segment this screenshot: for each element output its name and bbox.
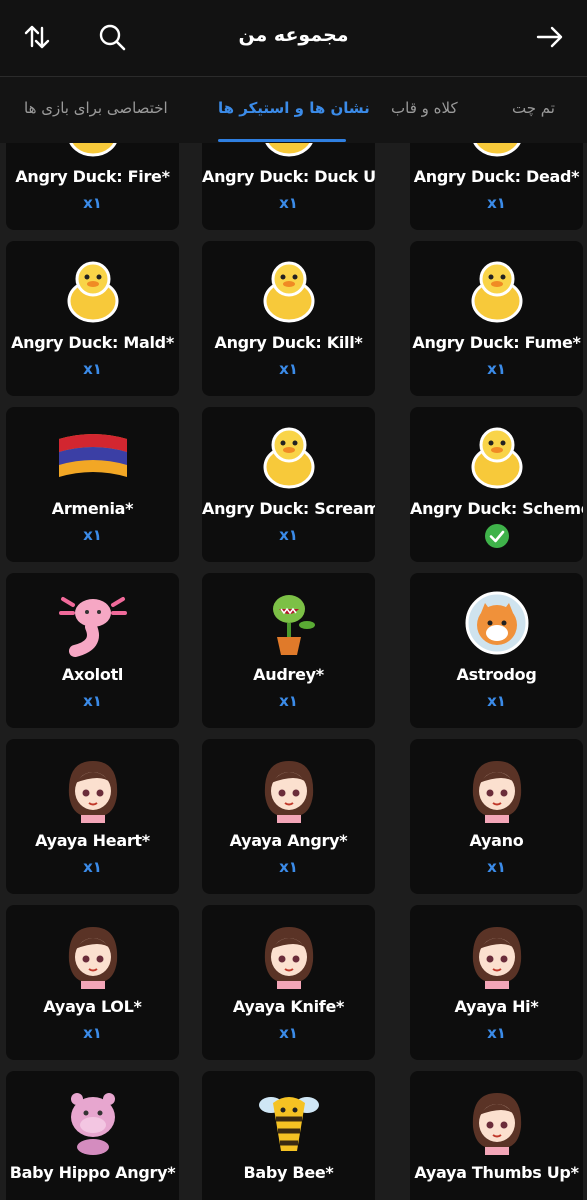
- collection-card[interactable]: Ayano x۱: [410, 739, 583, 894]
- collection-card[interactable]: Ayaya Thumbs Up*: [410, 1071, 583, 1200]
- page-title: مجموعه من: [238, 24, 349, 46]
- card-title: Angry Duck: Scheme*: [410, 499, 583, 518]
- quantity-badge: x۱: [487, 194, 506, 212]
- collection-card[interactable]: Axolotl x۱: [6, 573, 179, 728]
- collection-card[interactable]: Armenia* x۱: [6, 407, 179, 562]
- bee-sticker-icon: [251, 1083, 327, 1159]
- tab-badges-stickers[interactable]: نشان ها و استیکر ها: [218, 77, 370, 143]
- card-title: Ayaya Hi*: [454, 997, 539, 1016]
- axolotl-sticker-icon: [55, 585, 131, 661]
- card-title: Angry Duck: Fire*: [15, 167, 170, 186]
- quantity-badge: x۱: [279, 1024, 298, 1042]
- card-title: Ayaya Knife*: [232, 997, 345, 1016]
- duck-sticker-icon: [459, 253, 535, 329]
- card-title: Ayaya Heart*: [35, 831, 150, 850]
- collection-card[interactable]: Ayaya Heart* x۱: [6, 739, 179, 894]
- collection-card[interactable]: Baby Bee*: [202, 1071, 375, 1200]
- quantity-badge: x۱: [83, 858, 102, 876]
- tab-hats-frames[interactable]: کلاه و قاب: [391, 77, 458, 143]
- collection-card[interactable]: Angry Duck: Scream* x۱: [202, 407, 375, 562]
- card-title: Axolotl: [61, 665, 124, 684]
- quantity-badge: x۱: [487, 858, 506, 876]
- quantity-badge: x۱: [83, 360, 102, 378]
- arrow-right-icon[interactable]: [535, 22, 565, 52]
- quantity-badge: x۱: [83, 526, 102, 544]
- quantity-badge: x۱: [279, 360, 298, 378]
- card-title: Ayaya LOL*: [43, 997, 142, 1016]
- quantity-badge: x۱: [279, 858, 298, 876]
- tab-bar: اختصاصی برای بازی ها نشان ها و استیکر ها…: [0, 77, 587, 143]
- collection-card[interactable]: Baby Hippo Angry*: [6, 1071, 179, 1200]
- collection-card[interactable]: Angry Duck: Kill* x۱: [202, 241, 375, 396]
- collection-card[interactable]: Angry Duck: Fire* x۱: [6, 143, 179, 230]
- girl-sticker-icon: [459, 917, 535, 993]
- quantity-badge: x۱: [279, 692, 298, 710]
- collection-card[interactable]: Angry Duck: Mald* x۱: [6, 241, 179, 396]
- duck-sticker-icon: [459, 143, 535, 163]
- active-tab-indicator: [218, 139, 346, 142]
- girl-sticker-icon: [251, 751, 327, 827]
- quantity-badge: x۱: [83, 1024, 102, 1042]
- quantity-badge: x۱: [487, 1024, 506, 1042]
- collection-card[interactable]: Ayaya Knife* x۱: [202, 905, 375, 1060]
- quantity-badge: x۱: [487, 692, 506, 710]
- card-title: Ayaya Angry*: [229, 831, 348, 850]
- girl-sticker-icon: [459, 1083, 535, 1159]
- plant-sticker-icon: [251, 585, 327, 661]
- quantity-badge: x۱: [279, 194, 298, 212]
- card-title: Angry Duck: Scream*: [202, 499, 375, 518]
- flag-sticker-icon: [55, 419, 131, 495]
- quantity-badge: x۱: [83, 194, 102, 212]
- collection-card[interactable]: Astrodog x۱: [410, 573, 583, 728]
- tab-chat-theme[interactable]: تم چت: [512, 77, 555, 143]
- card-title: Armenia*: [51, 499, 134, 518]
- duck-sticker-icon: [251, 143, 327, 163]
- card-title: Audrey*: [253, 665, 324, 684]
- card-title: Ayano: [469, 831, 524, 850]
- collection-card[interactable]: Angry Duck: Scheme*: [410, 407, 583, 562]
- collection-grid: Angry Duck: Fire* x۱ Angry Duck: Duck U* x۱…: [0, 143, 587, 1200]
- duck-sticker-icon: [251, 419, 327, 495]
- collection-card[interactable]: Angry Duck: Dead* x۱: [410, 143, 583, 230]
- girl-sticker-icon: [459, 751, 535, 827]
- girl-sticker-icon: [55, 917, 131, 993]
- card-title: Baby Hippo Angry*: [9, 1163, 176, 1182]
- card-title: Angry Duck: Fume*: [412, 333, 581, 352]
- duck-sticker-icon: [251, 253, 327, 329]
- quantity-badge: x۱: [279, 526, 298, 544]
- collection-card[interactable]: Ayaya LOL* x۱: [6, 905, 179, 1060]
- top-app-bar: مجموعه من: [0, 0, 587, 77]
- collection-card[interactable]: Ayaya Angry* x۱: [202, 739, 375, 894]
- dog-sticker-icon: [459, 585, 535, 661]
- duck-sticker-icon: [55, 253, 131, 329]
- hippo-sticker-icon: [55, 1083, 131, 1159]
- quantity-badge: x۱: [487, 360, 506, 378]
- girl-sticker-icon: [55, 751, 131, 827]
- card-title: Ayaya Thumbs Up*: [414, 1163, 579, 1182]
- tab-game-exclusives[interactable]: اختصاصی برای بازی ها: [24, 77, 168, 143]
- card-title: Angry Duck: Mald*: [11, 333, 174, 352]
- card-title: Angry Duck: Dead*: [413, 167, 580, 186]
- quantity-badge: x۱: [83, 692, 102, 710]
- duck-sticker-icon: [459, 419, 535, 495]
- collection-card[interactable]: Angry Duck: Fume* x۱: [410, 241, 583, 396]
- collection-card[interactable]: Audrey* x۱: [202, 573, 375, 728]
- card-title: Astrodog: [456, 665, 537, 684]
- card-title: Angry Duck: Duck U*: [202, 167, 375, 186]
- card-title: Baby Bee*: [243, 1163, 334, 1182]
- equipped-check-icon: [484, 524, 509, 548]
- collection-card[interactable]: Angry Duck: Duck U* x۱: [202, 143, 375, 230]
- duck-sticker-icon: [55, 143, 131, 163]
- card-title: Angry Duck: Kill*: [214, 333, 363, 352]
- girl-sticker-icon: [251, 917, 327, 993]
- collection-card[interactable]: Ayaya Hi* x۱: [410, 905, 583, 1060]
